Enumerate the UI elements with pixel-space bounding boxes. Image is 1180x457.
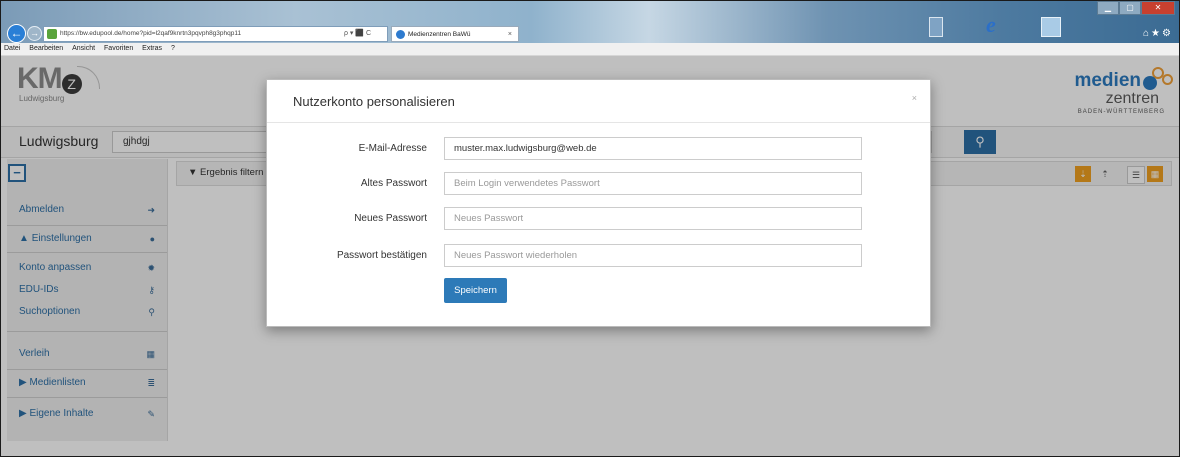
- tab-title[interactable]: Medienzentren BaWü: [408, 29, 471, 40]
- back-arrow-icon[interactable]: ←: [7, 24, 26, 43]
- close-icon[interactable]: ×: [912, 93, 917, 103]
- menu-item-help[interactable]: ?: [171, 45, 175, 52]
- old-password-field[interactable]: Beim Login verwendetes Passwort: [444, 172, 862, 195]
- address-url[interactable]: https://bw.edupool.de/home?pid=l2qaf9knr…: [60, 28, 300, 40]
- tab-favicon-icon: [396, 30, 405, 39]
- new-password-label: Neues Passwort: [354, 213, 427, 224]
- browser-titlebar: ← → https://bw.edupool.de/home?pid=l2qaf…: [1, 1, 1179, 43]
- browser-window: ← → https://bw.edupool.de/home?pid=l2qaf…: [0, 0, 1180, 457]
- save-button[interactable]: Speichern: [444, 278, 507, 303]
- browser-tab[interactable]: Medienzentren BaWü ×: [391, 26, 519, 42]
- menu-item-extras[interactable]: Extras: [142, 45, 162, 52]
- taskbar-window-icon[interactable]: [1041, 17, 1061, 37]
- address-bar[interactable]: https://bw.edupool.de/home?pid=l2qaf9knr…: [43, 26, 388, 42]
- tab-close-icon[interactable]: ×: [508, 29, 512, 40]
- internet-explorer-icon[interactable]: e: [986, 14, 996, 36]
- modal-title: Nutzerkonto personalisieren: [293, 94, 455, 109]
- window-controls: ▁ ▢ ✕: [1097, 1, 1175, 15]
- new-password-field[interactable]: Neues Passwort: [444, 207, 862, 230]
- site-favicon-icon: [47, 29, 57, 39]
- confirm-password-field[interactable]: Neues Passwort wiederholen: [444, 244, 862, 267]
- close-window-icon[interactable]: ✕: [1141, 1, 1175, 15]
- account-settings-modal: Nutzerkonto personalisieren × E-Mail-Adr…: [266, 79, 931, 327]
- forward-arrow-icon[interactable]: →: [27, 26, 42, 41]
- menu-item-bearbeiten[interactable]: Bearbeiten: [29, 45, 63, 52]
- email-label: E-Mail-Adresse: [358, 143, 427, 154]
- menu-item-ansicht[interactable]: Ansicht: [72, 45, 95, 52]
- old-password-label: Altes Passwort: [360, 178, 427, 189]
- minimize-icon[interactable]: ▁: [1097, 1, 1119, 15]
- confirm-password-label: Passwort bestätigen: [336, 250, 427, 261]
- menu-item-favoriten[interactable]: Favoriten: [104, 45, 133, 52]
- email-field[interactable]: muster.max.ludwigsburg@web.de: [444, 137, 862, 160]
- maximize-icon[interactable]: ▢: [1119, 1, 1141, 15]
- taskbar-app-icon[interactable]: [929, 17, 943, 37]
- browser-menubar: Datei Bearbeiten Ansicht Favoriten Extra…: [1, 43, 1179, 56]
- home-favorites-settings-icons[interactable]: ⌂★⚙: [1143, 28, 1173, 39]
- menu-item-datei[interactable]: Datei: [4, 45, 20, 52]
- modal-header-divider: [267, 122, 930, 123]
- address-controls[interactable]: ρ ▾ ⬛ C: [344, 28, 371, 40]
